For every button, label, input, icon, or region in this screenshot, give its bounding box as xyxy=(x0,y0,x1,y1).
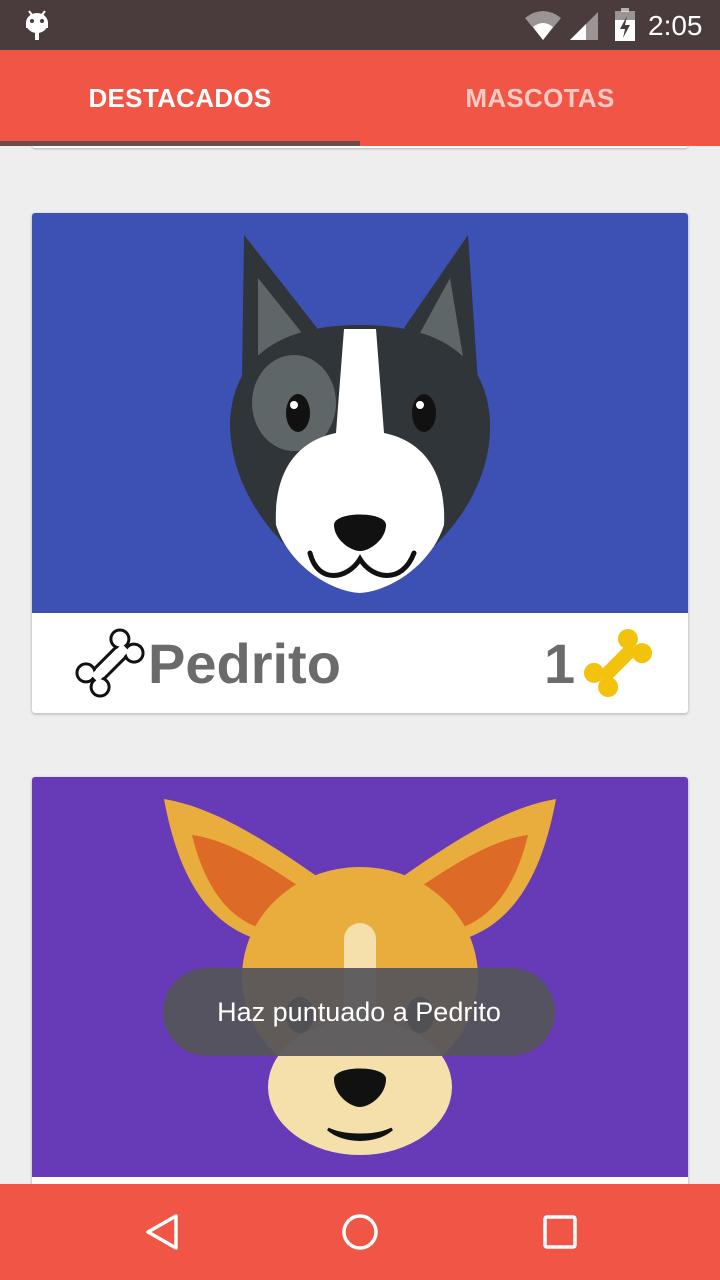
android-icon xyxy=(22,8,52,47)
like-bone-icon[interactable] xyxy=(70,623,150,708)
previous-card-edge xyxy=(32,146,688,148)
pet-rating: 1 xyxy=(544,632,576,695)
signal-icon xyxy=(568,10,600,45)
pet-name: Pedrito xyxy=(148,632,341,695)
battery-charging-icon xyxy=(614,8,636,47)
status-bar: 2:05 xyxy=(0,0,720,50)
clock-time: 2:05 xyxy=(648,10,703,41)
pet-card-footer: Pedrito 1 xyxy=(32,613,688,713)
boston-terrier-face xyxy=(32,213,688,613)
tab-destacados[interactable]: DESTACADOS xyxy=(0,50,360,146)
navigation-bar xyxy=(0,1184,720,1280)
recents-icon[interactable] xyxy=(536,1208,584,1261)
home-icon[interactable] xyxy=(336,1208,384,1261)
pet-card: Pedrito 1 xyxy=(32,213,688,713)
tab-mascotas[interactable]: MASCOTAS xyxy=(360,50,720,146)
toast-message: Haz puntuado a Pedrito xyxy=(163,968,555,1056)
wifi-icon xyxy=(524,10,562,45)
pet-image xyxy=(32,213,688,613)
back-icon[interactable] xyxy=(138,1208,186,1261)
tab-bar: DESTACADOS MASCOTAS xyxy=(0,50,720,146)
rating-bone-icon xyxy=(578,623,658,708)
